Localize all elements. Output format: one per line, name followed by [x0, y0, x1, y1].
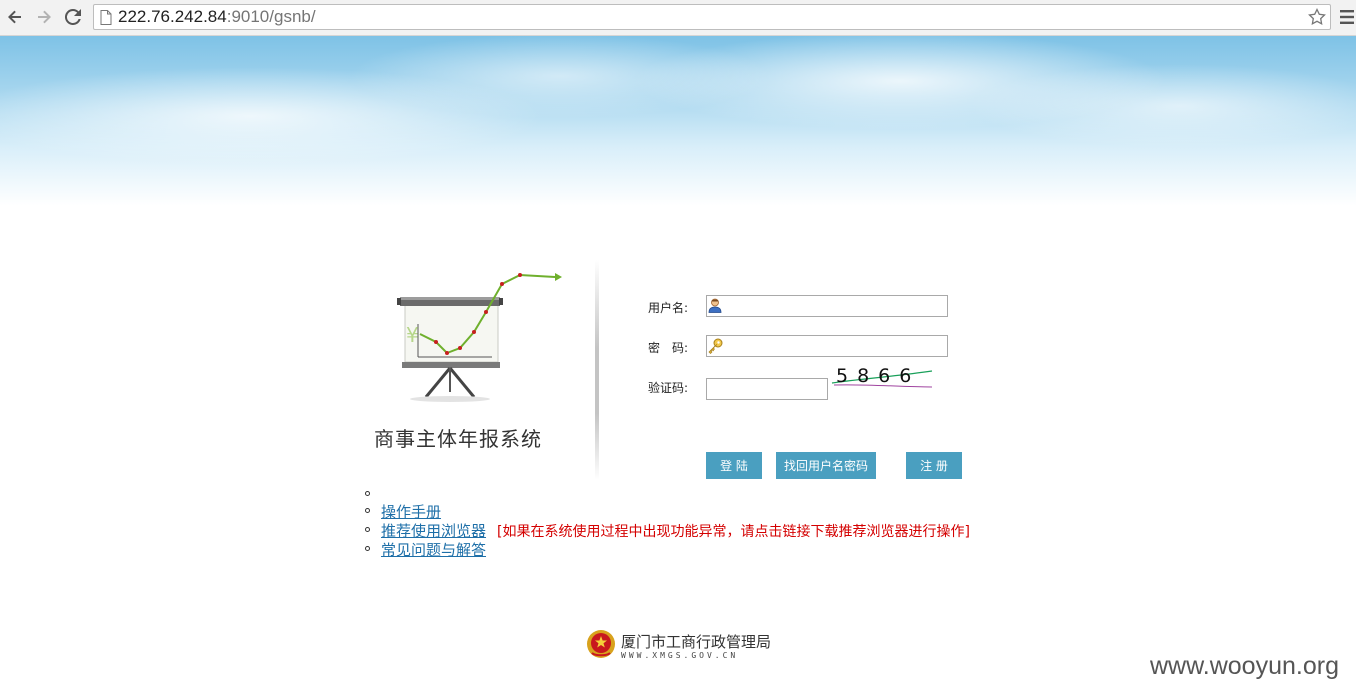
register-button[interactable]: 注 册	[906, 452, 962, 479]
captcha-input[interactable]	[706, 378, 828, 400]
browser-toolbar: 222.76.242.84:9010/gsnb/	[0, 0, 1356, 36]
browser-menu-icon[interactable]	[1340, 9, 1354, 25]
username-input[interactable]	[706, 295, 948, 317]
recommended-browser-link[interactable]: 推荐使用浏览器	[381, 520, 486, 541]
url-path: :9010/gsnb/	[226, 7, 316, 26]
back-arrow-icon	[8, 10, 21, 24]
user-icon	[708, 298, 722, 313]
url-text: 222.76.242.84:9010/gsnb/	[118, 7, 316, 27]
login-button[interactable]: 登 陆	[706, 452, 762, 479]
presentation-chart-logo-icon: ¥	[397, 273, 562, 402]
sky-banner	[0, 36, 1356, 206]
forward-arrow-icon	[38, 10, 51, 24]
bullet-icon	[365, 491, 370, 496]
password-input[interactable]	[706, 335, 948, 357]
faq-link[interactable]: 常见问题与解答	[381, 539, 486, 560]
page-icon	[100, 10, 112, 25]
system-title: 商事主体年报系统	[374, 427, 542, 451]
captcha-label: 验证码:	[648, 381, 689, 395]
vertical-divider	[595, 260, 599, 480]
watermark-text: www.wooyun.org	[1150, 652, 1339, 680]
manual-link[interactable]: 操作手册	[381, 501, 441, 522]
address-bar[interactable]: 222.76.242.84:9010/gsnb/	[93, 4, 1331, 30]
key-icon	[708, 338, 723, 354]
captcha-image[interactable]: 5866	[830, 365, 934, 395]
back-button[interactable]	[5, 7, 25, 27]
national-emblem-icon	[587, 630, 615, 658]
footer-organization-name: 厦门市工商行政管理局	[621, 633, 772, 651]
reload-icon	[65, 9, 81, 25]
bullet-icon	[365, 508, 370, 513]
password-label: 密 码:	[648, 341, 689, 355]
browser-warning-note: [如果在系统使用过程中出现功能异常，请点击链接下载推荐浏览器进行操作]	[497, 524, 970, 540]
bullet-icon	[365, 527, 370, 532]
username-label: 用户名:	[648, 301, 689, 315]
captcha-code: 5866	[836, 365, 921, 387]
recover-credentials-button[interactable]: 找回用户名密码	[776, 452, 876, 479]
footer-organization-url: WWW.XMGS.GOV.CN	[621, 651, 739, 660]
svg-text:¥: ¥	[406, 323, 419, 347]
bookmark-star-icon[interactable]	[1308, 8, 1326, 26]
forward-button[interactable]	[34, 7, 54, 27]
url-host: 222.76.242.84	[118, 7, 227, 26]
reload-button[interactable]	[63, 7, 83, 27]
bullet-icon	[365, 546, 370, 551]
